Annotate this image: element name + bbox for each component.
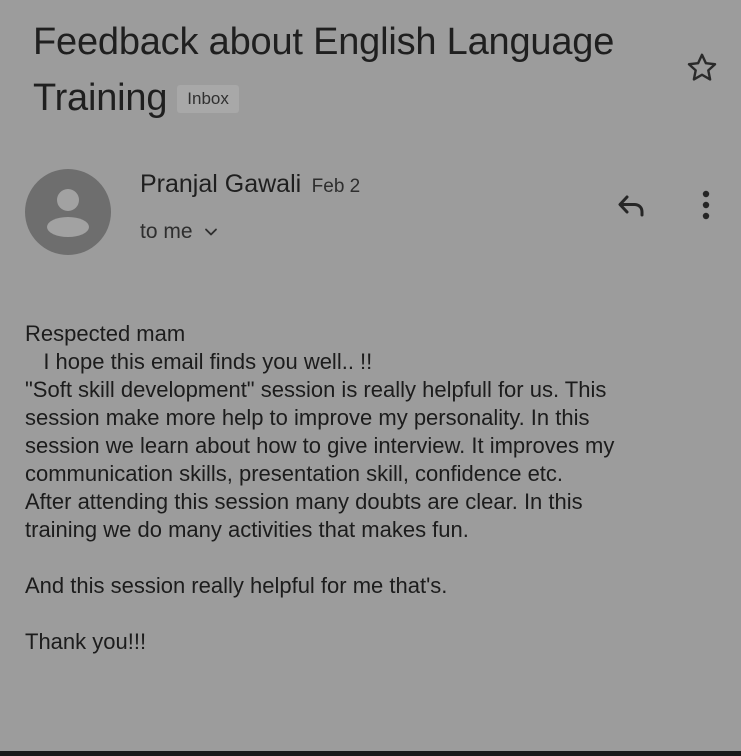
body-line — [25, 600, 725, 628]
body-line: Thank you!!! — [25, 629, 147, 654]
body-line: And this session really helpful for me t… — [25, 573, 448, 598]
recipient-details-toggle[interactable]: to me — [140, 220, 219, 244]
reply-icon[interactable] — [612, 186, 650, 224]
email-body: Respected mam I hope this email finds yo… — [25, 320, 725, 656]
body-line: session we learn about how to give inter… — [25, 433, 615, 458]
body-line: session make more help to improve my per… — [25, 405, 590, 430]
body-line: After attending this session many doubts… — [25, 489, 583, 514]
body-line — [25, 544, 725, 572]
sender-name[interactable]: Pranjal Gawali — [140, 170, 301, 198]
inbox-label-badge[interactable]: Inbox — [177, 85, 239, 113]
email-subject: Feedback about English Language Training… — [33, 14, 653, 126]
sender-avatar-icon[interactable] — [25, 169, 111, 255]
bottom-divider — [0, 751, 741, 756]
body-line: Respected mam — [25, 321, 186, 346]
more-vertical-icon[interactable] — [694, 186, 718, 224]
chevron-down-icon[interactable] — [203, 224, 219, 240]
subject-title: Feedback about English Language Training — [33, 21, 615, 119]
body-line: I hope this email finds you well.. !! — [25, 349, 373, 374]
sender-header: Pranjal Gawali Feb 2 — [140, 170, 360, 204]
body-line: training we do many activities that make… — [25, 517, 469, 542]
email-date: Feb 2 — [311, 176, 361, 197]
star-icon[interactable] — [684, 50, 720, 86]
body-line: communication skills, presentation skill… — [25, 461, 564, 486]
body-line: "Soft skill development" session is real… — [25, 377, 607, 402]
recipient-label: to me — [140, 220, 193, 243]
